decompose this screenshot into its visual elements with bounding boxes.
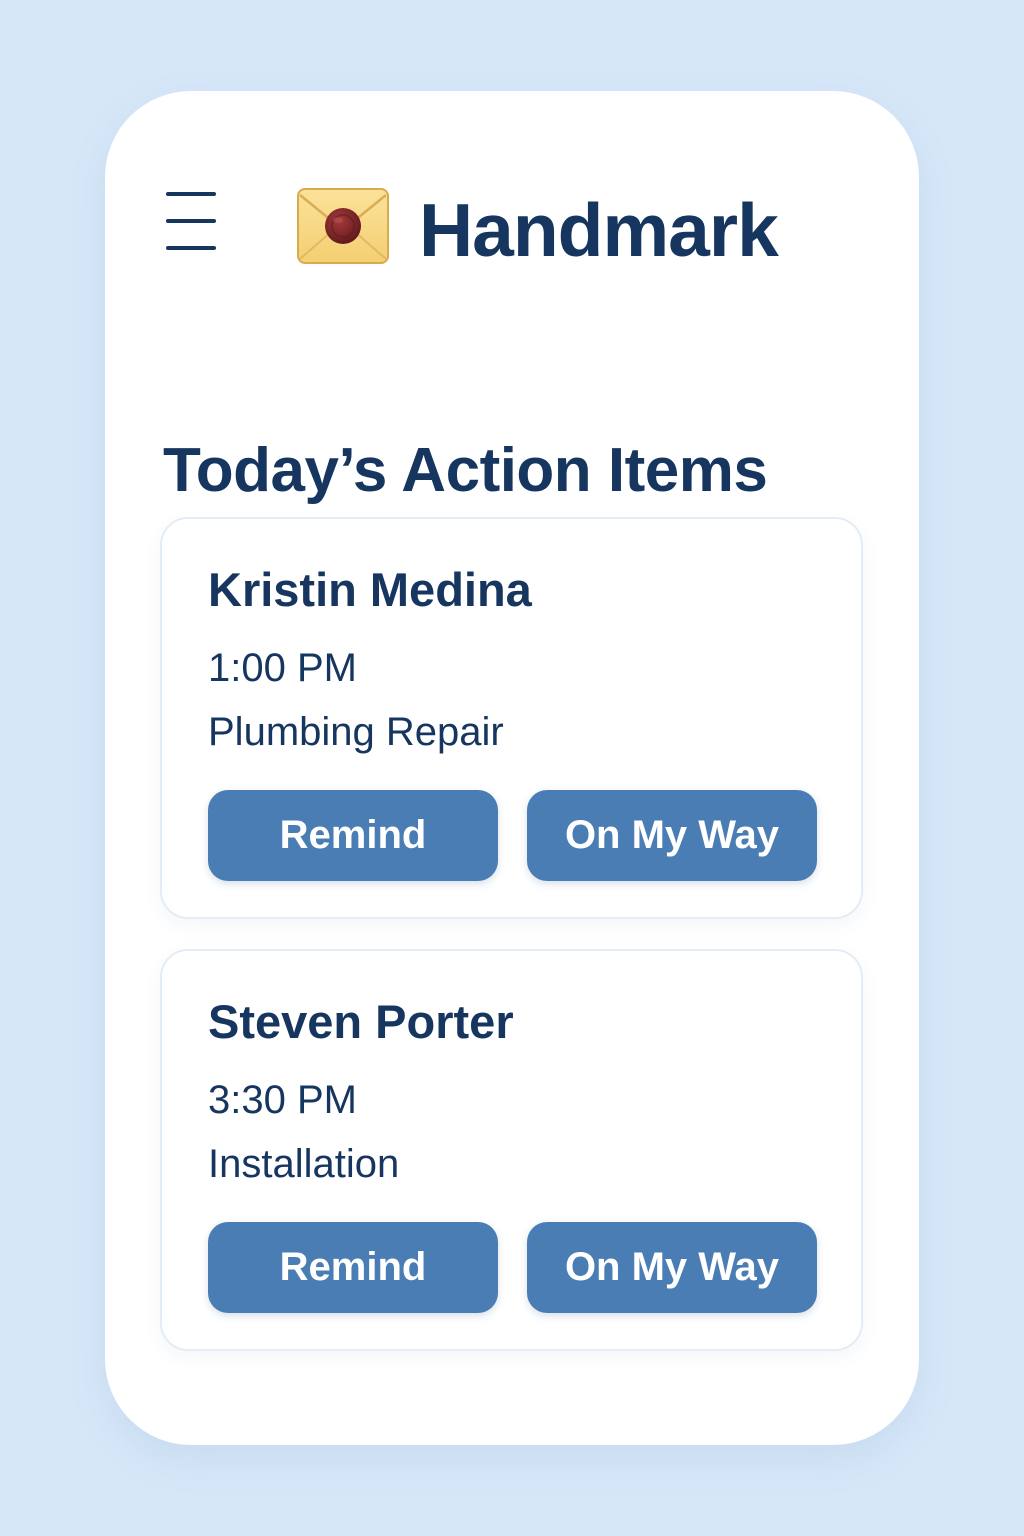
appointment-time: 3:30 PM [208, 1078, 357, 1122]
action-item-card: Steven Porter 3:30 PM Installation Remin… [160, 949, 863, 1351]
action-item-card: Kristin Medina 1:00 PM Plumbing Repair R… [160, 517, 863, 919]
hamburger-menu-icon[interactable] [164, 190, 218, 254]
menu-line [166, 246, 216, 250]
remind-button[interactable]: Remind [208, 790, 498, 881]
client-name: Kristin Medina [208, 563, 532, 616]
client-name: Steven Porter [208, 995, 514, 1048]
on-my-way-button[interactable]: On My Way [527, 790, 817, 881]
app-screen: Handmark Today’s Action Items Kristin Me… [105, 91, 919, 1445]
section-title: Today’s Action Items [163, 435, 768, 505]
app-header: Handmark [105, 91, 919, 331]
service-type: Plumbing Repair [208, 710, 504, 754]
remind-button[interactable]: Remind [208, 1222, 498, 1313]
appointment-time: 1:00 PM [208, 646, 357, 690]
service-type: Installation [208, 1142, 400, 1186]
on-my-way-button[interactable]: On My Way [527, 1222, 817, 1313]
menu-line [166, 219, 216, 223]
menu-line [166, 192, 216, 196]
envelope-wax-seal-icon [297, 188, 389, 264]
app-title: Handmark [419, 188, 779, 272]
